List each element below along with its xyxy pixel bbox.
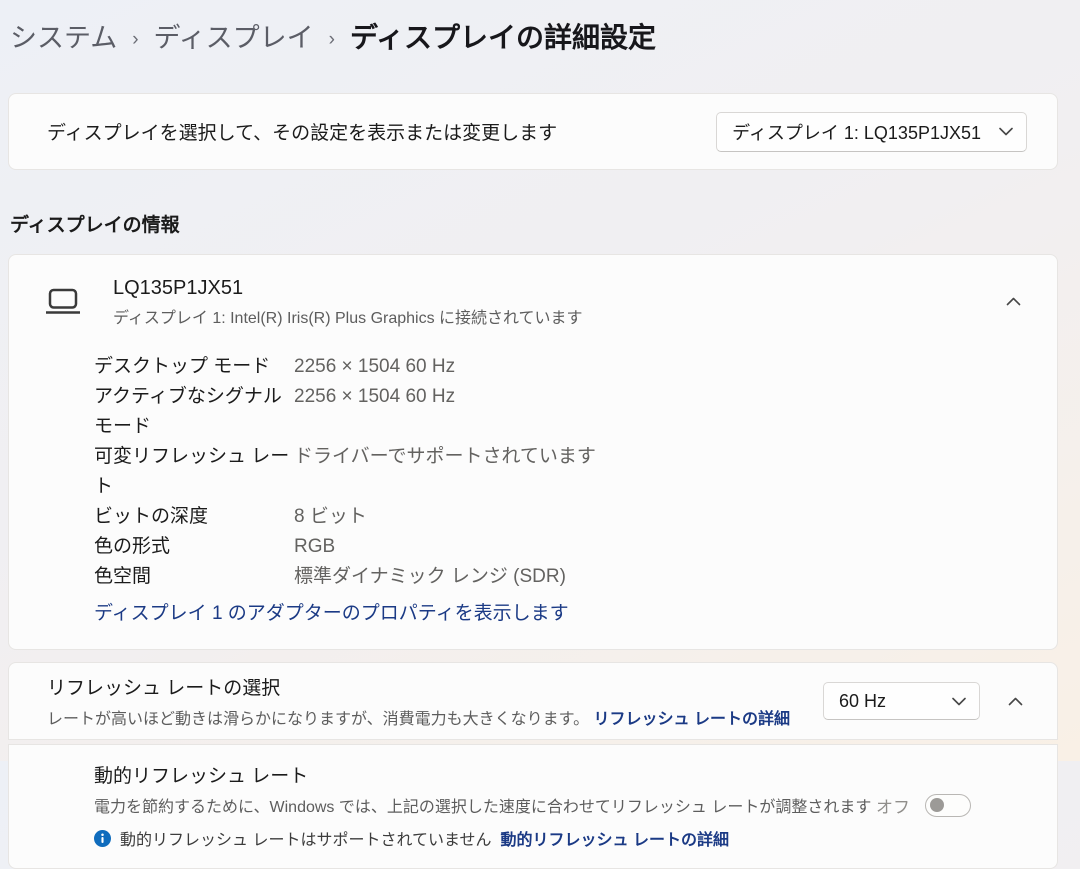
refresh-rate-controls: 60 Hz bbox=[823, 682, 1029, 720]
detail-label: 色空間 bbox=[94, 566, 152, 587]
detail-label: 可変リフレッシュ レート bbox=[94, 446, 290, 497]
detail-label: アクティブなシグナル モード bbox=[94, 386, 282, 437]
display-select-dropdown[interactable]: ディスプレイ 1: LQ135P1JX51 bbox=[716, 111, 1027, 152]
detail-value: 2256 × 1504 60 Hz bbox=[294, 386, 456, 407]
refresh-rate-collapse-button[interactable] bbox=[1002, 691, 1029, 712]
display-device-name: LQ135P1JX51 bbox=[113, 277, 244, 299]
refresh-rate-description-text: レートが高いほど動きは滑らかになりますが、消費電力も大きくなります。 bbox=[47, 711, 590, 728]
table-row: デスクトップ モード 2256 × 1504 60 Hz bbox=[94, 352, 1057, 382]
dynamic-refresh-title: 動的リフレッシュ レート bbox=[94, 766, 309, 787]
detail-value: 2256 × 1504 60 Hz bbox=[294, 356, 456, 377]
refresh-rate-title: リフレッシュ レートの選択 bbox=[47, 678, 281, 699]
dynamic-refresh-description: 電力を節約するために、Windows では、上記の選択した速度に合わせてリフレッ… bbox=[94, 799, 872, 816]
breadcrumb-separator-icon: › bbox=[132, 29, 139, 50]
breadcrumb-separator-icon: › bbox=[328, 29, 335, 50]
table-row: 可変リフレッシュ レート ドライバーでサポートされています bbox=[94, 442, 1057, 502]
dynamic-refresh-status-text: 動的リフレッシュ レートはサポートされていません bbox=[120, 832, 492, 849]
dynamic-refresh-card: 動的リフレッシュ レート 電力を節約するために、Windows では、上記の選択… bbox=[8, 744, 1058, 869]
dynamic-refresh-texts: 動的リフレッシュ レート 電力を節約するために、Windows では、上記の選択… bbox=[94, 761, 871, 850]
select-display-card: ディスプレイを選択して、その設定を表示または変更します ディスプレイ 1: LQ… bbox=[8, 93, 1058, 170]
table-row: 色空間 標準ダイナミック レンジ (SDR) bbox=[94, 562, 1057, 592]
breadcrumb-display[interactable]: ディスプレイ bbox=[154, 16, 314, 55]
toggle-knob bbox=[930, 798, 944, 812]
display-info-header[interactable]: LQ135P1JX51 ディスプレイ 1: Intel(R) Iris(R) P… bbox=[9, 255, 1057, 340]
dynamic-refresh-details-link[interactable]: 動的リフレッシュ レートの詳細 bbox=[501, 826, 729, 850]
display-info-section-title: ディスプレイの情報 bbox=[10, 215, 180, 236]
info-icon bbox=[94, 829, 111, 847]
display-info-card: LQ135P1JX51 ディスプレイ 1: Intel(R) Iris(R) P… bbox=[8, 254, 1058, 650]
table-row: ビットの深度 8 ビット bbox=[94, 502, 1057, 532]
chevron-down-icon bbox=[999, 127, 1013, 136]
display-device-subtitle: ディスプレイ 1: Intel(R) Iris(R) Plus Graphics… bbox=[113, 310, 583, 327]
dynamic-refresh-status: 動的リフレッシュ レートはサポートされていません 動的リフレッシュ レートの詳細 bbox=[94, 826, 871, 850]
detail-label: デスクトップ モード bbox=[94, 356, 271, 377]
adapter-properties-link[interactable]: ディスプレイ 1 のアダプターのプロパティを表示します bbox=[94, 598, 569, 625]
detail-value: RGB bbox=[294, 536, 336, 557]
detail-value: 標準ダイナミック レンジ (SDR) bbox=[294, 566, 566, 587]
refresh-rate-description: レートが高いほど動きは滑らかになりますが、消費電力も大きくなります。 リフレッシ… bbox=[47, 705, 790, 729]
refresh-rate-card: リフレッシュ レートの選択 レートが高いほど動きは滑らかになりますが、消費電力も… bbox=[8, 662, 1058, 740]
page-title: ディスプレイの詳細設定 bbox=[349, 22, 657, 53]
display-info-titles: LQ135P1JX51 ディスプレイ 1: Intel(R) Iris(R) P… bbox=[113, 275, 583, 328]
display-select-value: ディスプレイ 1: LQ135P1JX51 bbox=[732, 122, 981, 143]
refresh-rate-group: リフレッシュ レートの選択 レートが高いほど動きは滑らかになりますが、消費電力も… bbox=[8, 662, 1058, 869]
display-info-collapse-button[interactable] bbox=[1000, 291, 1027, 312]
detail-label: ビットの深度 bbox=[94, 506, 209, 527]
detail-value: ドライバーでサポートされています bbox=[294, 446, 596, 467]
dynamic-refresh-toggle-wrap: オフ bbox=[876, 793, 1029, 818]
detail-label: 色の形式 bbox=[94, 536, 171, 557]
toggle-state-label: オフ bbox=[876, 798, 910, 817]
detail-value: 8 ビット bbox=[294, 506, 367, 527]
refresh-rate-texts: リフレッシュ レートの選択 レートが高いほど動きは滑らかになりますが、消費電力も… bbox=[47, 673, 790, 729]
table-row: アクティブなシグナル モード 2256 × 1504 60 Hz bbox=[94, 382, 1057, 442]
advanced-display-settings-page: システム › ディスプレイ › ディスプレイの詳細設定 ディスプレイを選択して、… bbox=[0, 0, 1080, 869]
table-row: 色の形式 RGB bbox=[94, 532, 1057, 562]
breadcrumb-system[interactable]: システム bbox=[10, 16, 117, 55]
dynamic-refresh-toggle[interactable] bbox=[925, 794, 971, 817]
refresh-rate-dropdown[interactable]: 60 Hz bbox=[823, 682, 980, 720]
laptop-icon bbox=[43, 286, 113, 317]
select-display-label: ディスプレイを選択して、その設定を表示または変更します bbox=[47, 123, 558, 144]
display-info-details: デスクトップ モード 2256 × 1504 60 Hz アクティブなシグナル … bbox=[9, 340, 1057, 592]
refresh-rate-details-link[interactable]: リフレッシュ レートの詳細 bbox=[594, 711, 790, 728]
chevron-down-icon bbox=[952, 697, 966, 706]
refresh-rate-value: 60 Hz bbox=[839, 690, 887, 711]
breadcrumb: システム › ディスプレイ › ディスプレイの詳細設定 bbox=[0, 0, 1080, 56]
